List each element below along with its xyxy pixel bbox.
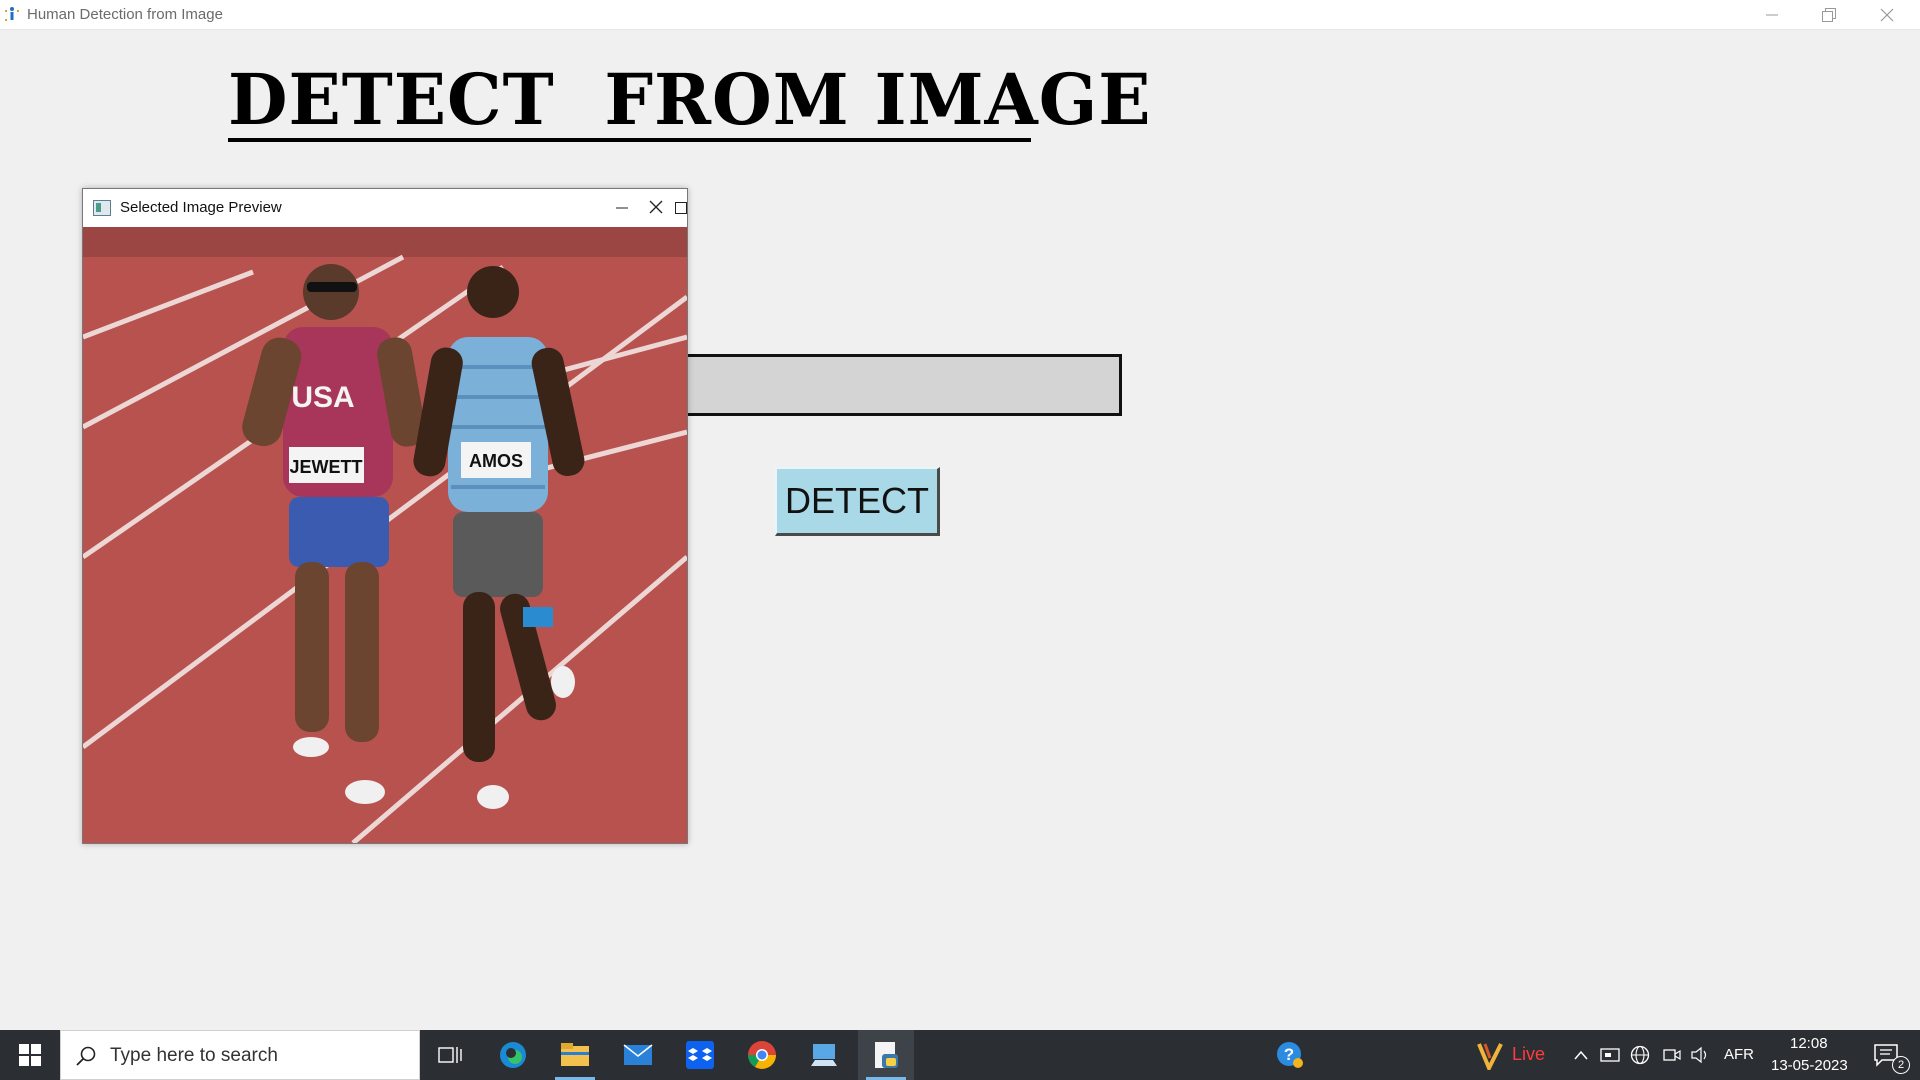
- taskbar-python-idle[interactable]: [858, 1030, 914, 1080]
- notification-center-button[interactable]: 2: [1862, 1030, 1912, 1080]
- preview-close-button[interactable]: [636, 192, 676, 222]
- heading-underline: [228, 138, 1031, 142]
- live-label[interactable]: Live: [1512, 1044, 1545, 1065]
- globe-icon: [1630, 1045, 1650, 1065]
- chevron-up-icon: [1574, 1050, 1588, 1060]
- chrome-icon: [748, 1041, 776, 1069]
- task-view-button[interactable]: [422, 1030, 478, 1080]
- preview-titlebar[interactable]: Selected Image Preview: [83, 189, 687, 227]
- bib-right: AMOS: [469, 451, 523, 471]
- file-explorer-icon: [561, 1043, 589, 1066]
- jersey-text: USA: [291, 381, 354, 414]
- minimize-icon: [616, 207, 628, 209]
- taskbar: Type here to search ? Live AFR 12:08 13-…: [0, 1030, 1920, 1080]
- tray-camera-button[interactable]: [1660, 1030, 1684, 1080]
- detect-button[interactable]: DETECT: [775, 467, 940, 536]
- help-icon: ?: [1277, 1042, 1303, 1068]
- taskbar-remote-desktop[interactable]: [796, 1030, 852, 1080]
- taskbar-mail[interactable]: [610, 1030, 666, 1080]
- search-icon: [76, 1046, 96, 1066]
- minimize-icon: [1766, 14, 1778, 15]
- clock-date[interactable]: 13-05-2023: [1771, 1057, 1848, 1074]
- preview-window: Selected Image Preview JEWETT USA AMOS: [82, 188, 688, 844]
- tray-network-device-button[interactable]: [1597, 1030, 1623, 1080]
- window-title: Human Detection from Image: [27, 6, 223, 23]
- search-placeholder: Type here to search: [110, 1045, 278, 1066]
- restore-icon: [1822, 7, 1836, 22]
- edge-icon: [500, 1042, 526, 1068]
- device-icon: [1600, 1048, 1620, 1062]
- help-button[interactable]: ?: [1270, 1030, 1310, 1080]
- close-button[interactable]: [1858, 0, 1916, 29]
- vstick-app-button[interactable]: [1470, 1030, 1510, 1080]
- close-icon: [1880, 8, 1894, 21]
- bib-left: JEWETT: [289, 457, 362, 477]
- brush-v-icon: [1477, 1043, 1503, 1070]
- taskbar-dropbox[interactable]: [672, 1030, 728, 1080]
- main-titlebar: Human Detection from Image: [0, 0, 1920, 30]
- camera-icon: [1663, 1049, 1681, 1061]
- preview-window-icon: [93, 200, 111, 216]
- python-idle-icon: [875, 1042, 898, 1068]
- preview-close-button-area[interactable]: [719, 193, 759, 223]
- dropbox-icon: [686, 1041, 714, 1069]
- tray-globe-button[interactable]: [1627, 1030, 1653, 1080]
- taskbar-chrome[interactable]: [734, 1030, 790, 1080]
- remote-desktop-icon: [811, 1044, 837, 1066]
- taskbar-file-explorer[interactable]: [547, 1030, 603, 1080]
- minimize-button[interactable]: [1743, 0, 1801, 29]
- athletes-photo: JEWETT USA AMOS: [83, 227, 687, 843]
- svg-text:?: ?: [1284, 1045, 1294, 1064]
- restore-button[interactable]: [1800, 0, 1858, 29]
- show-hidden-icons-button[interactable]: [1570, 1030, 1592, 1080]
- windows-start-icon: [19, 1044, 41, 1066]
- app-person-icon: [5, 7, 19, 21]
- language-indicator[interactable]: AFR: [1724, 1046, 1754, 1063]
- maximize-icon: [675, 202, 687, 214]
- image-path-input[interactable]: [650, 354, 1122, 416]
- task-view-icon: [438, 1047, 462, 1063]
- notification-count: 2: [1892, 1056, 1910, 1074]
- mail-icon: [623, 1044, 653, 1065]
- taskbar-edge[interactable]: [485, 1030, 541, 1080]
- tray-volume-button[interactable]: [1688, 1030, 1712, 1080]
- preview-title: Selected Image Preview: [120, 199, 282, 216]
- taskbar-search-box[interactable]: Type here to search: [60, 1030, 420, 1080]
- speaker-icon: [1691, 1046, 1707, 1064]
- page-heading: DETECT FROM IMAGE: [228, 58, 1152, 141]
- close-icon: [649, 200, 663, 214]
- start-button[interactable]: [0, 1030, 60, 1080]
- clock-time[interactable]: 12:08: [1790, 1035, 1828, 1052]
